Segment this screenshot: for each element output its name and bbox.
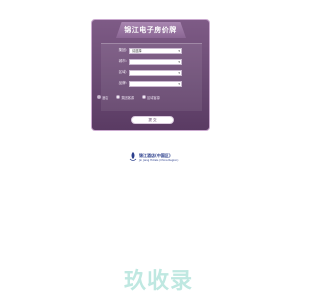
group-row: 集团: 请选择 ▾ (101, 47, 202, 54)
option-hotel[interactable]: 酒店 (97, 95, 108, 100)
brand-row: 品牌: ▾ (101, 80, 202, 87)
radio-icon (142, 95, 147, 99)
radio-icon (116, 95, 121, 99)
form-area: 集团: 请选择 ▾ 城市: ▾ 区域: ▾ 品牌: ▾ (101, 43, 202, 111)
chevron-down-icon: ▾ (178, 48, 180, 53)
logo-text: 锦江酒店(中国区) Jin Jiang Hotels (China Region… (139, 153, 178, 162)
jinjiang-logo-icon (129, 152, 137, 161)
region-label: 区域: (118, 70, 127, 74)
option-region-source-label: 区域客源 (147, 95, 160, 100)
region-select[interactable]: ▾ (129, 69, 182, 76)
submit-button[interactable]: 提 交 (131, 116, 174, 124)
option-hotel-label: 酒店 (102, 95, 109, 100)
group-select-value: 请选择 (132, 48, 142, 53)
option-group-source[interactable]: 集团客源 (116, 95, 134, 100)
chevron-down-icon: ▾ (178, 59, 180, 64)
chevron-down-icon: ▾ (178, 81, 180, 86)
city-row: 城市: ▾ (101, 58, 202, 65)
brand-select[interactable]: ▾ (129, 80, 182, 87)
option-group-source-label: 集团客源 (121, 95, 135, 100)
option-radios: 酒店 集团客源 区域客源 (97, 94, 197, 100)
group-select[interactable]: 请选择 ▾ (129, 47, 182, 54)
panel-header: 锦江电子房价牌 (92, 20, 209, 40)
region-row: 区域: ▾ (101, 69, 202, 76)
radio-icon (97, 95, 101, 99)
watermark-text: 玖收录 (124, 269, 194, 294)
city-select[interactable]: ▾ (129, 58, 182, 65)
panel-title: 锦江电子房价牌 (124, 26, 177, 34)
city-label: 城市: (118, 59, 127, 63)
login-panel: 锦江电子房价牌 集团: 请选择 ▾ 城市: ▾ 区域: ▾ 品牌: ▾ 酒店 集… (91, 19, 210, 131)
brand-label: 品牌: (118, 81, 127, 85)
group-label: 集团: (118, 48, 127, 52)
brand-logo: 锦江酒店(中国区) Jin Jiang Hotels (China Region… (129, 152, 178, 162)
logo-brand-en: Jin Jiang Hotels (China Region) (139, 158, 179, 162)
option-region-source[interactable]: 区域客源 (142, 95, 160, 100)
chevron-down-icon: ▾ (178, 70, 180, 75)
